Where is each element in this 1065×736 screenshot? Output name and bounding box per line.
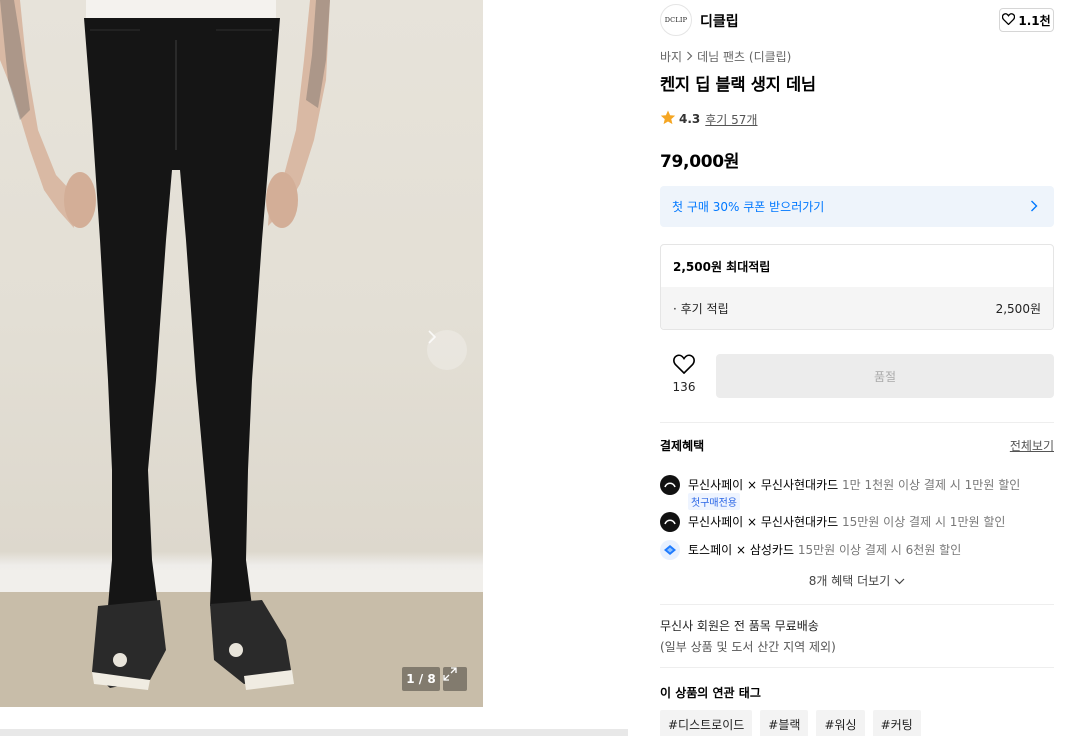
brand-like-button[interactable]: 1.1천 — [999, 8, 1054, 32]
more-benefits-button[interactable]: 8개 혜택 더보기 — [660, 572, 1054, 589]
payment-benefits-title: 결제혜택 — [660, 439, 705, 453]
related-tag[interactable]: #디스트로이드 — [660, 710, 753, 736]
divider — [660, 604, 1054, 605]
toss-pay-icon — [660, 540, 680, 560]
chevron-right-icon — [1030, 197, 1038, 216]
heart-icon — [673, 354, 695, 378]
benefit-desc: 15만원 이상 결제 시 1만원 할인 — [842, 515, 1006, 529]
rating-value: 4.3 — [679, 112, 701, 126]
related-tags-list: #디스트로이드 #블랙 #워싱 #커팅 — [660, 710, 921, 736]
gallery-counter: 1 / 8 — [402, 667, 440, 691]
points-review-value: 2,500원 — [995, 301, 1041, 316]
rating-row: 4.3 후기 57개 — [660, 110, 757, 128]
benefit-name: 토스페이 × 삼성카드 — [688, 543, 795, 557]
gallery-next-button[interactable] — [427, 330, 467, 370]
brand-name[interactable]: 디클립 — [700, 11, 739, 31]
breadcrumb-category[interactable]: 바지 — [660, 48, 682, 65]
more-benefits-label: 8개 혜택 더보기 — [808, 574, 891, 588]
related-tag[interactable]: #블랙 — [760, 710, 809, 736]
chevron-right-icon — [686, 50, 693, 64]
free-shipping-exception: (일부 상품 및 도서 산간 지역 제외) — [660, 640, 836, 654]
musinsa-pay-icon — [660, 475, 680, 495]
review-count-link[interactable]: 후기 57개 — [705, 111, 757, 128]
brand-logo[interactable]: DCLIP — [660, 4, 692, 36]
product-photo — [0, 0, 483, 707]
points-review-row: · 후기 적립 2,500원 — [661, 287, 1053, 329]
heart-icon — [1002, 12, 1016, 28]
divider — [660, 422, 1054, 423]
payment-benefits-header: 결제혜택 전체보기 — [660, 437, 1054, 454]
gallery-expand-button[interactable] — [443, 667, 467, 691]
benefit-desc: 15만원 이상 결제 시 6천원 할인 — [797, 543, 962, 557]
payment-benefits-see-all-link[interactable]: 전체보기 — [1010, 437, 1054, 454]
points-max-label: 2,500원 최대적립 — [673, 259, 771, 274]
breadcrumb: 바지 데님 팬츠 (디클립) — [660, 48, 791, 65]
wishlist-count: 136 — [672, 380, 696, 394]
free-shipping-notice: 무신사 회원은 전 품목 무료배송 — [660, 619, 819, 633]
star-icon — [660, 110, 676, 128]
horizontal-scrollbar[interactable] — [0, 729, 628, 736]
product-title: 켄지 딥 블랙 생지 데님 — [660, 75, 816, 94]
breadcrumb-subcategory[interactable]: 데님 팬츠 (디클립) — [697, 48, 791, 65]
related-tag[interactable]: #워싱 — [816, 710, 865, 736]
product-image-gallery[interactable]: 1 / 8 — [0, 0, 483, 707]
divider — [660, 667, 1054, 668]
musinsa-pay-icon — [660, 512, 680, 532]
benefit-tag: 첫구매전용 — [688, 493, 740, 510]
soldout-button[interactable]: 품절 — [716, 354, 1054, 398]
chevron-down-icon — [894, 574, 905, 588]
benefit-name: 무신사페이 × 무신사현대카드 — [688, 515, 839, 529]
product-price: 79,000원 — [660, 152, 740, 172]
brand-like-count: 1.1천 — [1018, 13, 1051, 28]
wishlist-button[interactable]: 136 — [660, 354, 708, 398]
coupon-text: 첫 구매 30% 쿠폰 받으러가기 — [672, 200, 825, 214]
benefit-desc: 1만 1천원 이상 결제 시 1만원 할인 — [842, 478, 1021, 492]
first-purchase-coupon-banner[interactable]: 첫 구매 30% 쿠폰 받으러가기 — [660, 186, 1054, 227]
points-review-label: · 후기 적립 — [673, 301, 729, 316]
brand-row: DCLIP 디클립 1.1천 — [660, 4, 1054, 36]
related-tags-title: 이 상품의 연관 태그 — [660, 686, 761, 700]
related-tag[interactable]: #커팅 — [872, 710, 921, 736]
points-box: 2,500원 최대적립 · 후기 적립 2,500원 — [660, 244, 1054, 330]
benefit-name: 무신사페이 × 무신사현대카드 — [688, 478, 839, 492]
